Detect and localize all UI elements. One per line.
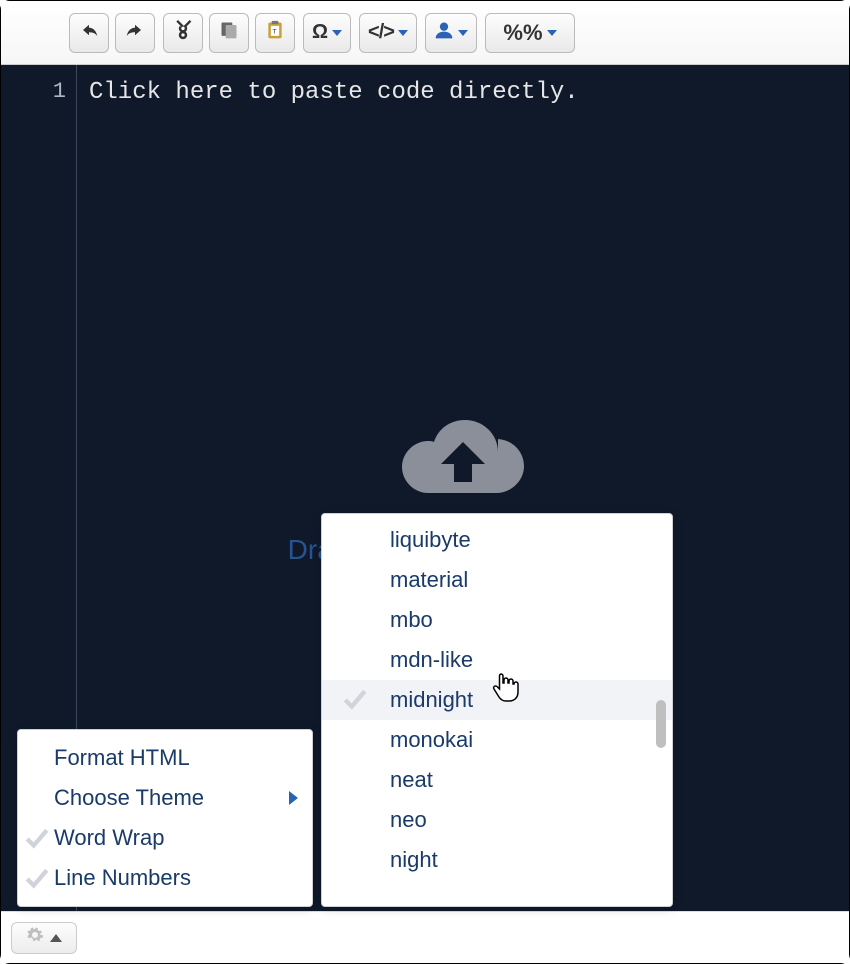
- settings-menu: Format HTML Choose Theme Word Wrap Line …: [17, 729, 313, 907]
- chevron-down-icon: [332, 30, 342, 36]
- copy-icon: [219, 20, 239, 46]
- chevron-down-icon: [458, 30, 468, 36]
- chevron-right-icon: [289, 791, 298, 805]
- paste-button[interactable]: T: [255, 13, 295, 53]
- check-icon: [24, 866, 50, 898]
- toolbar: T Ω </> %%: [1, 1, 849, 65]
- menu-item-line-numbers[interactable]: Line Numbers: [18, 858, 312, 898]
- code-view-button[interactable]: </>: [359, 13, 417, 53]
- menu-item-format-html[interactable]: Format HTML: [18, 738, 312, 778]
- theme-label: liquibyte: [390, 527, 471, 553]
- copy-button[interactable]: [209, 13, 249, 53]
- variable-button[interactable]: %%: [485, 13, 575, 53]
- cut-button[interactable]: [163, 13, 203, 53]
- redo-button[interactable]: [115, 13, 155, 53]
- theme-option-liquibyte[interactable]: liquibyte: [322, 520, 672, 560]
- menu-item-word-wrap[interactable]: Word Wrap: [18, 818, 312, 858]
- cloud-upload-icon: [398, 412, 528, 516]
- check-icon: [24, 826, 50, 858]
- user-icon: [434, 20, 454, 46]
- menu-item-label: Line Numbers: [54, 865, 191, 891]
- gear-icon: [26, 926, 44, 949]
- theme-label: mbo: [390, 607, 433, 633]
- theme-label: midnight: [390, 687, 473, 713]
- theme-option-neat[interactable]: neat: [322, 760, 672, 800]
- chevron-down-icon: [547, 30, 557, 36]
- menu-item-label: Choose Theme: [54, 785, 204, 811]
- theme-option-mbo[interactable]: mbo: [322, 600, 672, 640]
- menu-item-label: Word Wrap: [54, 825, 164, 851]
- omega-icon: Ω: [312, 21, 328, 44]
- paste-icon: T: [265, 20, 285, 46]
- theme-label: mdn-like: [390, 647, 473, 673]
- undo-button[interactable]: [69, 13, 109, 53]
- theme-option-monokai[interactable]: monokai: [322, 720, 672, 760]
- variable-label: %%: [503, 20, 542, 46]
- theme-label: monokai: [390, 727, 473, 753]
- theme-label: material: [390, 567, 468, 593]
- menu-item-label: Format HTML: [54, 745, 190, 771]
- theme-label: neat: [390, 767, 433, 793]
- settings-toggle-button[interactable]: [11, 922, 77, 954]
- svg-text:T: T: [273, 28, 277, 35]
- theme-label: night: [390, 847, 438, 873]
- chevron-up-icon: [50, 934, 62, 942]
- redo-icon: [125, 21, 145, 45]
- theme-option-material[interactable]: material: [322, 560, 672, 600]
- scrollbar-thumb[interactable]: [656, 700, 666, 748]
- undo-icon: [79, 21, 99, 45]
- theme-label: neo: [390, 807, 427, 833]
- theme-option-neo[interactable]: neo: [322, 800, 672, 840]
- check-icon: [342, 687, 368, 719]
- code-icon: </>: [368, 21, 394, 44]
- chevron-down-icon: [398, 30, 408, 36]
- scissors-icon: [173, 20, 193, 46]
- theme-submenu: liquibyte material mbo mdn-like midnight…: [321, 513, 673, 907]
- special-char-button[interactable]: Ω: [303, 13, 351, 53]
- theme-scrollbar[interactable]: [656, 604, 666, 816]
- menu-item-choose-theme[interactable]: Choose Theme: [18, 778, 312, 818]
- theme-option-midnight[interactable]: midnight: [322, 680, 672, 720]
- theme-option-night[interactable]: night: [322, 840, 672, 880]
- theme-option-mdn-like[interactable]: mdn-like: [322, 640, 672, 680]
- footer: [1, 911, 849, 963]
- user-dropdown-button[interactable]: [425, 13, 477, 53]
- line-number: 1: [1, 79, 66, 104]
- editor-placeholder: Click here to paste code directly.: [89, 79, 849, 106]
